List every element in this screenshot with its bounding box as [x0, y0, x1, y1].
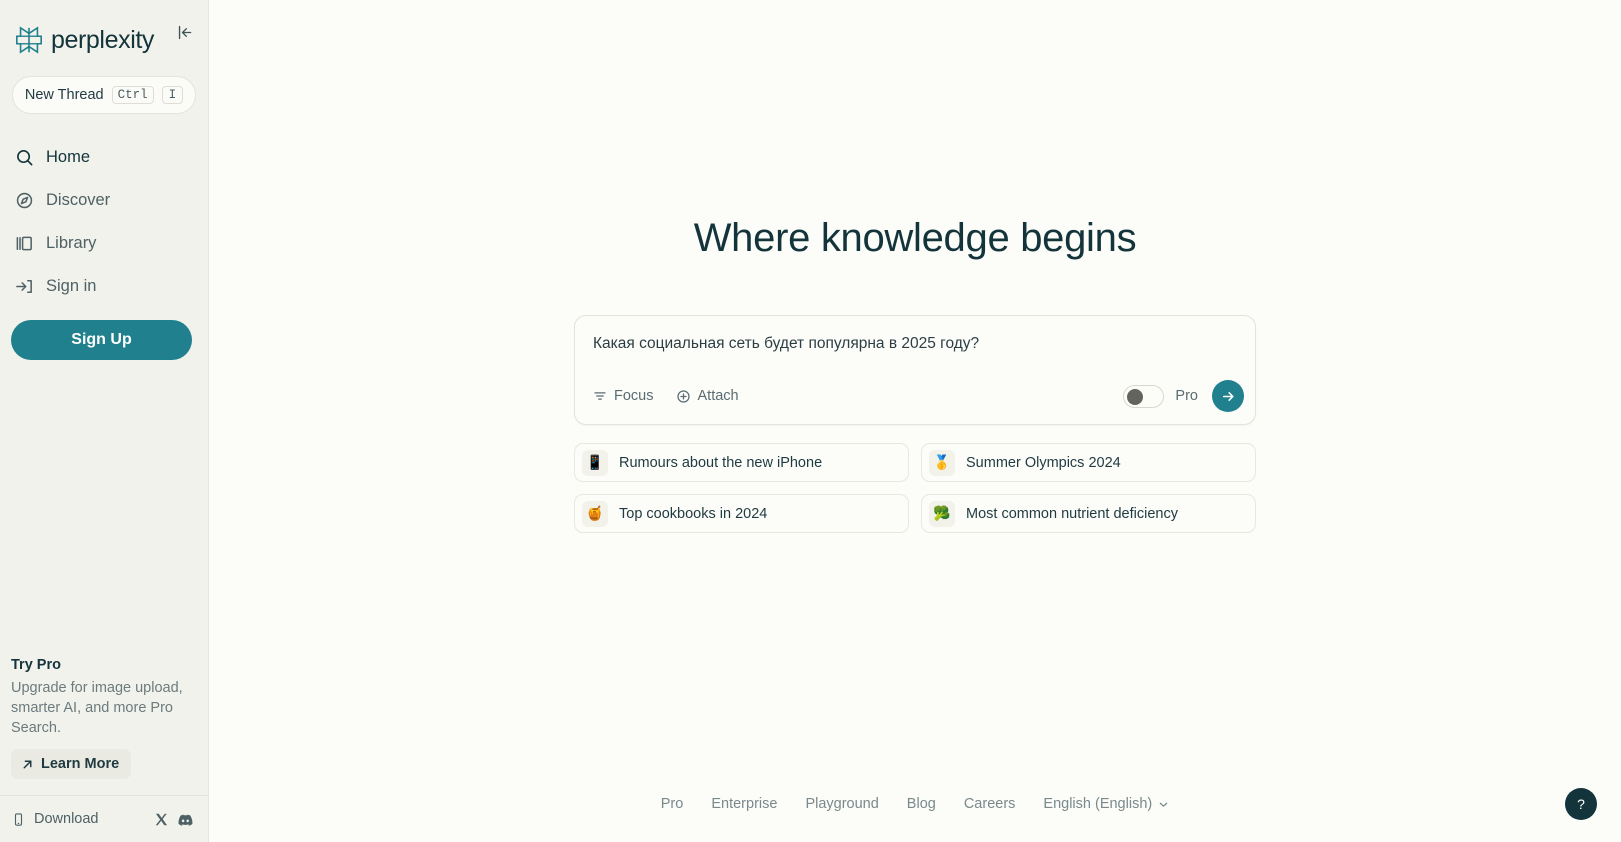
new-thread-shortcut-modifier: Ctrl: [112, 86, 154, 104]
help-button[interactable]: ?: [1565, 788, 1597, 820]
arrow-up-right-icon: [21, 758, 34, 771]
question-mark-icon: ?: [1577, 796, 1585, 812]
submit-button[interactable]: [1212, 380, 1244, 412]
sign-up-button[interactable]: Sign Up: [11, 320, 192, 360]
try-pro-panel: Try Pro Upgrade for image upload, smarte…: [0, 657, 208, 779]
pro-toggle-knob: [1127, 389, 1143, 405]
footer-link-enterprise[interactable]: Enterprise: [711, 796, 777, 812]
new-thread-button[interactable]: New Thread Ctrl I: [12, 76, 196, 114]
suggestion-cards: 📱 Rumours about the new iPhone 🥇 Summer …: [574, 443, 1256, 533]
suggestion-card[interactable]: 📱 Rumours about the new iPhone: [574, 443, 909, 482]
learn-more-button[interactable]: Learn More: [11, 749, 131, 779]
arrow-right-icon: [1221, 389, 1236, 404]
sidebar-item-label: Home: [46, 148, 90, 167]
suggestion-card[interactable]: 🥇 Summer Olympics 2024: [921, 443, 1256, 482]
honey-pot-emoji-icon: 🍯: [582, 501, 608, 527]
new-thread-shortcut-letter: I: [162, 86, 184, 104]
perplexity-app: perplexity New Thread Ctrl I Home: [0, 0, 1621, 842]
search-area: Какая социальная сеть будет популярна в …: [574, 315, 1256, 533]
sidebar-item-discover[interactable]: Discover: [0, 179, 208, 222]
sidebar-nav: Home Discover Library: [0, 136, 208, 308]
suggestion-label: Summer Olympics 2024: [966, 455, 1121, 471]
chevron-down-icon: [1158, 799, 1169, 810]
language-selector[interactable]: English (English): [1043, 796, 1169, 812]
try-pro-title: Try Pro: [11, 657, 196, 673]
compass-icon: [15, 191, 34, 210]
footer-link-blog[interactable]: Blog: [907, 796, 936, 812]
footer-link-playground[interactable]: Playground: [805, 796, 878, 812]
sign-up-label: Sign Up: [71, 331, 131, 349]
sidebar: perplexity New Thread Ctrl I Home: [0, 0, 209, 842]
page-title: Where knowledge begins: [694, 218, 1137, 258]
sidebar-item-sign-in[interactable]: Sign in: [0, 265, 208, 308]
footer-link-pro[interactable]: Pro: [661, 796, 684, 812]
search-controls: Focus Attach Pro: [575, 368, 1255, 424]
collapse-sidebar-button[interactable]: [175, 22, 195, 42]
sidebar-item-label: Sign in: [46, 277, 96, 296]
focus-filter-icon: [593, 389, 607, 403]
try-pro-description: Upgrade for image upload, smarter AI, an…: [11, 678, 196, 738]
attach-button[interactable]: Attach: [676, 383, 747, 409]
sidebar-item-home[interactable]: Home: [0, 136, 208, 179]
sign-in-icon: [15, 277, 34, 296]
sidebar-item-label: Library: [46, 234, 96, 253]
sidebar-spacer: [0, 360, 208, 657]
sidebar-footer: Download: [0, 796, 208, 842]
suggestion-label: Rumours about the new iPhone: [619, 455, 822, 471]
new-thread-label: New Thread: [25, 87, 104, 103]
focus-label: Focus: [614, 388, 654, 404]
sidebar-item-library[interactable]: Library: [0, 222, 208, 265]
download-label: Download: [34, 811, 99, 827]
main-content: Where knowledge begins Какая социальная …: [209, 0, 1621, 842]
perplexity-asterisk-logo-icon: [14, 25, 44, 55]
search-input[interactable]: Какая социальная сеть будет популярна в …: [593, 335, 979, 352]
x-twitter-icon[interactable]: [154, 812, 169, 827]
page-footer: Pro Enterprise Playground Blog Careers E…: [209, 796, 1621, 812]
language-label: English (English): [1043, 796, 1152, 812]
footer-link-careers[interactable]: Careers: [964, 796, 1016, 812]
search-icon: [15, 148, 34, 167]
query-input-row[interactable]: Какая социальная сеть будет популярна в …: [575, 316, 1255, 368]
gold-medal-emoji-icon: 🥇: [929, 450, 955, 476]
search-box[interactable]: Какая социальная сеть будет популярна в …: [574, 315, 1256, 425]
attach-label: Attach: [698, 388, 739, 404]
plus-circle-icon: [676, 389, 691, 404]
discord-icon[interactable]: [177, 811, 194, 828]
pro-label: Pro: [1175, 388, 1198, 404]
mobile-phone-emoji-icon: 📱: [582, 450, 608, 476]
library-icon: [15, 234, 34, 253]
suggestion-card[interactable]: 🍯 Top cookbooks in 2024: [574, 494, 909, 533]
logo-wordmark: perplexity: [51, 26, 154, 55]
pro-toggle[interactable]: [1123, 385, 1164, 408]
suggestion-label: Top cookbooks in 2024: [619, 506, 767, 522]
focus-button[interactable]: Focus: [593, 383, 662, 409]
collapse-sidebar-icon: [177, 24, 194, 41]
broccoli-emoji-icon: 🥦: [929, 501, 955, 527]
suggestion-label: Most common nutrient deficiency: [966, 506, 1178, 522]
sidebar-item-label: Discover: [46, 191, 110, 210]
mobile-device-icon: [11, 812, 26, 827]
suggestion-card[interactable]: 🥦 Most common nutrient deficiency: [921, 494, 1256, 533]
learn-more-label: Learn More: [41, 756, 119, 772]
